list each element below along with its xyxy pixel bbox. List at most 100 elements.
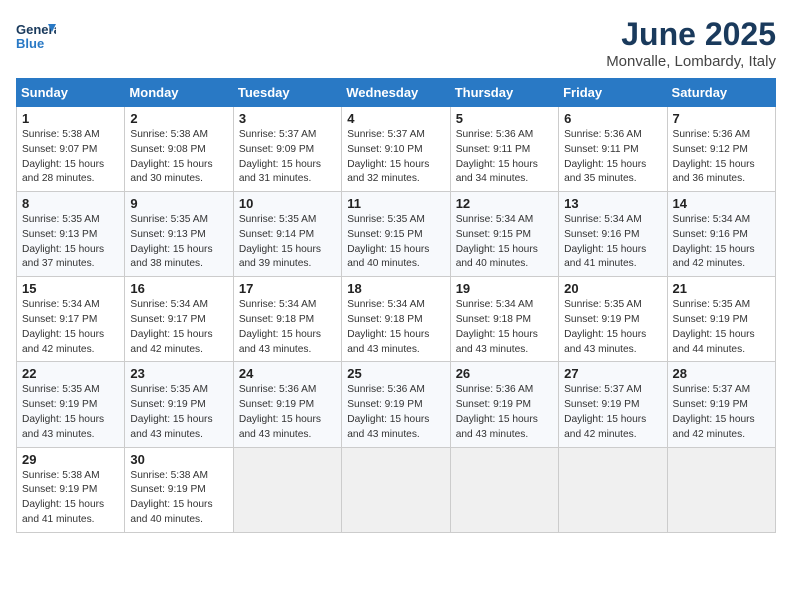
weekday-header: Friday: [559, 79, 667, 107]
calendar-cell: 1 Sunrise: 5:38 AMSunset: 9:07 PMDaylight…: [17, 107, 125, 192]
cell-details: Sunrise: 5:37 AMSunset: 9:19 PMDaylight:…: [564, 383, 661, 442]
day-number: 1: [22, 111, 119, 126]
calendar-cell: 5 Sunrise: 5:36 AMSunset: 9:11 PMDaylight…: [450, 107, 558, 192]
day-number: 22: [22, 366, 119, 381]
calendar-cell: 18 Sunrise: 5:34 AMSunset: 9:18 PMDayligh…: [342, 277, 450, 362]
day-number: 17: [239, 281, 336, 296]
day-number: 9: [130, 196, 227, 211]
cell-details: Sunrise: 5:38 AMSunset: 9:19 PMDaylight:…: [22, 469, 119, 528]
cell-details: Sunrise: 5:34 AMSunset: 9:18 PMDaylight:…: [456, 298, 553, 357]
day-number: 16: [130, 281, 227, 296]
calendar-cell: [342, 447, 450, 532]
calendar-cell: 22Sunrise: 5:35 AMSunset: 9:19 PMDayligh…: [17, 362, 125, 447]
calendar-cell: 11 Sunrise: 5:35 AMSunset: 9:15 PMDayligh…: [342, 192, 450, 277]
calendar-cell: 25 Sunrise: 5:36 AMSunset: 9:19 PMDayligh…: [342, 362, 450, 447]
cell-details: Sunrise: 5:36 AMSunset: 9:19 PMDaylight:…: [456, 383, 553, 442]
day-number: 26: [456, 366, 553, 381]
cell-details: Sunrise: 5:35 AMSunset: 9:19 PMDaylight:…: [564, 298, 661, 357]
calendar-cell: 24 Sunrise: 5:36 AMSunset: 9:19 PMDayligh…: [233, 362, 341, 447]
day-number: 23: [130, 366, 227, 381]
calendar-row: 22 Sunrise: 5:35 AMSunset: 9:19 PMDayligh…: [17, 362, 776, 447]
day-number: 18: [347, 281, 444, 296]
cell-details: Sunrise: 5:35 AMSunset: 9:14 PMDaylight:…: [239, 213, 336, 272]
weekday-header: Thursday: [450, 79, 558, 107]
day-number: 5: [456, 111, 553, 126]
day-number: 25: [347, 366, 444, 381]
calendar-body: 1 Sunrise: 5:38 AMSunset: 9:07 PMDaylight…: [17, 107, 776, 533]
calendar-cell: 8 Sunrise: 5:35 AMSunset: 9:13 PMDaylight…: [17, 192, 125, 277]
day-number: 21: [673, 281, 770, 296]
calendar-cell: 4 Sunrise: 5:37 AMSunset: 9:10 PMDaylight…: [342, 107, 450, 192]
calendar-row: 15 Sunrise: 5:34 AMSunset: 9:17 PMDayligh…: [17, 277, 776, 362]
month-title: June 2025: [606, 16, 776, 53]
calendar-cell: [559, 447, 667, 532]
cell-details: Sunrise: 5:36 AMSunset: 9:19 PMDaylight:…: [347, 383, 444, 442]
calendar-cell: 29Sunrise: 5:38 AMSunset: 9:19 PMDayligh…: [17, 447, 125, 532]
day-number: 24: [239, 366, 336, 381]
calendar-header-row: SundayMondayTuesdayWednesdayThursdayFrid…: [17, 79, 776, 107]
calendar-cell: 16 Sunrise: 5:34 AMSunset: 9:17 PMDayligh…: [125, 277, 233, 362]
weekday-header: Saturday: [667, 79, 775, 107]
cell-details: Sunrise: 5:35 AMSunset: 9:15 PMDaylight:…: [347, 213, 444, 272]
day-number: 3: [239, 111, 336, 126]
day-number: 28: [673, 366, 770, 381]
calendar-cell: 30Sunrise: 5:38 AMSunset: 9:19 PMDayligh…: [125, 447, 233, 532]
logo: General Blue: [16, 16, 56, 56]
calendar-cell: 3 Sunrise: 5:37 AMSunset: 9:09 PMDaylight…: [233, 107, 341, 192]
calendar-cell: [233, 447, 341, 532]
calendar-cell: 21 Sunrise: 5:35 AMSunset: 9:19 PMDayligh…: [667, 277, 775, 362]
day-number: 27: [564, 366, 661, 381]
day-number: 10: [239, 196, 336, 211]
day-number: 2: [130, 111, 227, 126]
day-number: 20: [564, 281, 661, 296]
cell-details: Sunrise: 5:38 AMSunset: 9:19 PMDaylight:…: [130, 469, 227, 528]
day-number: 15: [22, 281, 119, 296]
calendar-cell: [450, 447, 558, 532]
cell-details: Sunrise: 5:34 AMSunset: 9:16 PMDaylight:…: [564, 213, 661, 272]
cell-details: Sunrise: 5:35 AMSunset: 9:13 PMDaylight:…: [22, 213, 119, 272]
cell-details: Sunrise: 5:36 AMSunset: 9:12 PMDaylight:…: [673, 128, 770, 187]
calendar-cell: 10 Sunrise: 5:35 AMSunset: 9:14 PMDayligh…: [233, 192, 341, 277]
location-title: Monvalle, Lombardy, Italy: [606, 53, 776, 70]
cell-details: Sunrise: 5:38 AMSunset: 9:07 PMDaylight:…: [22, 128, 119, 187]
calendar-row: 1 Sunrise: 5:38 AMSunset: 9:07 PMDaylight…: [17, 107, 776, 192]
calendar-cell: 2 Sunrise: 5:38 AMSunset: 9:08 PMDaylight…: [125, 107, 233, 192]
calendar-cell: 6 Sunrise: 5:36 AMSunset: 9:11 PMDaylight…: [559, 107, 667, 192]
cell-details: Sunrise: 5:36 AMSunset: 9:19 PMDaylight:…: [239, 383, 336, 442]
day-number: 8: [22, 196, 119, 211]
day-number: 11: [347, 196, 444, 211]
calendar-cell: 19 Sunrise: 5:34 AMSunset: 9:18 PMDayligh…: [450, 277, 558, 362]
calendar-cell: 13 Sunrise: 5:34 AMSunset: 9:16 PMDayligh…: [559, 192, 667, 277]
calendar-cell: 23 Sunrise: 5:35 AMSunset: 9:19 PMDayligh…: [125, 362, 233, 447]
cell-details: Sunrise: 5:37 AMSunset: 9:09 PMDaylight:…: [239, 128, 336, 187]
cell-details: Sunrise: 5:36 AMSunset: 9:11 PMDaylight:…: [564, 128, 661, 187]
cell-details: Sunrise: 5:34 AMSunset: 9:17 PMDaylight:…: [130, 298, 227, 357]
calendar-cell: 14Sunrise: 5:34 AMSunset: 9:16 PMDayligh…: [667, 192, 775, 277]
cell-details: Sunrise: 5:35 AMSunset: 9:13 PMDaylight:…: [130, 213, 227, 272]
weekday-header: Tuesday: [233, 79, 341, 107]
cell-details: Sunrise: 5:36 AMSunset: 9:11 PMDaylight:…: [456, 128, 553, 187]
day-number: 4: [347, 111, 444, 126]
calendar-cell: 12Sunrise: 5:34 AMSunset: 9:15 PMDayligh…: [450, 192, 558, 277]
calendar-cell: 7Sunrise: 5:36 AMSunset: 9:12 PMDaylight…: [667, 107, 775, 192]
cell-details: Sunrise: 5:35 AMSunset: 9:19 PMDaylight:…: [673, 298, 770, 357]
cell-details: Sunrise: 5:37 AMSunset: 9:10 PMDaylight:…: [347, 128, 444, 187]
day-number: 13: [564, 196, 661, 211]
cell-details: Sunrise: 5:34 AMSunset: 9:15 PMDaylight:…: [456, 213, 553, 272]
day-number: 14: [673, 196, 770, 211]
cell-details: Sunrise: 5:35 AMSunset: 9:19 PMDaylight:…: [130, 383, 227, 442]
weekday-header: Sunday: [17, 79, 125, 107]
weekday-header: Wednesday: [342, 79, 450, 107]
cell-details: Sunrise: 5:34 AMSunset: 9:17 PMDaylight:…: [22, 298, 119, 357]
day-number: 19: [456, 281, 553, 296]
cell-details: Sunrise: 5:34 AMSunset: 9:18 PMDaylight:…: [239, 298, 336, 357]
day-number: 6: [564, 111, 661, 126]
cell-details: Sunrise: 5:34 AMSunset: 9:18 PMDaylight:…: [347, 298, 444, 357]
calendar-cell: 20 Sunrise: 5:35 AMSunset: 9:19 PMDayligh…: [559, 277, 667, 362]
cell-details: Sunrise: 5:37 AMSunset: 9:19 PMDaylight:…: [673, 383, 770, 442]
calendar-cell: 27 Sunrise: 5:37 AMSunset: 9:19 PMDayligh…: [559, 362, 667, 447]
cell-details: Sunrise: 5:38 AMSunset: 9:08 PMDaylight:…: [130, 128, 227, 187]
weekday-header: Monday: [125, 79, 233, 107]
header: General Blue June 2025 Monvalle, Lombard…: [16, 16, 776, 70]
calendar-cell: 17 Sunrise: 5:34 AMSunset: 9:18 PMDayligh…: [233, 277, 341, 362]
